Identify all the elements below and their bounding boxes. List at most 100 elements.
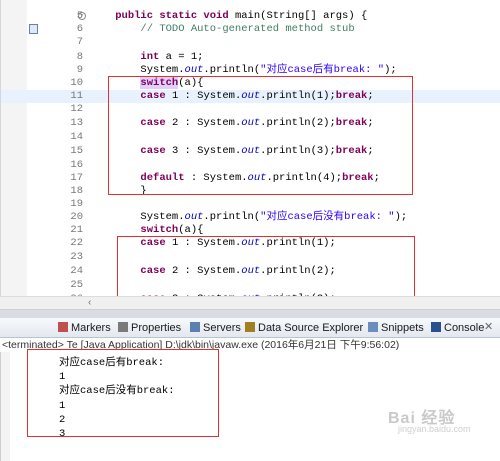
line-number: 21 [70,224,83,236]
code-token: case [140,117,166,129]
tab-label: Properties [131,322,182,334]
code-line[interactable]: 14 [1,131,500,144]
code-line[interactable]: 6 // TODO Auto-generated method stub [1,23,500,36]
horizontal-scrollbar[interactable]: ‹ [0,296,500,310]
servers-icon [190,322,200,332]
code-token: out [241,265,261,277]
watermark-url: jingyan.baidu.com [398,424,471,434]
console-status: <terminated> Te [Java Application] D:\jd… [0,338,500,352]
code-token: ; [367,117,374,129]
code-token: out [241,90,261,102]
line-number: 11 [70,90,83,102]
code-line[interactable]: 10 switch(a){ [1,77,500,90]
code-token: .println( [203,64,261,76]
code-token: ; [367,145,374,157]
code-token: int [140,51,160,63]
line-number: 7 [76,36,83,48]
code-line[interactable]: 25 [1,279,500,292]
code-token: .println(3); [260,145,336,157]
view-tab-bar: Markers Properties Servers Data Source Expl… [0,318,500,338]
database-icon [245,322,255,332]
task-marker-icon[interactable] [29,24,38,34]
code-line[interactable]: 8 int a = 1; [1,51,500,64]
line-number: 14 [70,131,83,143]
code-token: ); [384,64,397,76]
tab-markers[interactable]: Markers [58,321,111,335]
code-token: // TODO Auto-generated method stub [140,23,355,35]
code-line[interactable]: 16 [1,159,500,172]
tab-servers[interactable]: Servers [190,321,241,335]
panel-divider [0,310,500,318]
properties-icon [118,322,128,332]
code-token: 3 : System. [165,145,242,157]
line-code: switch(a){ [90,224,203,237]
code-token: break [335,117,368,129]
code-editor[interactable]: -5 public static void main(String[] args… [0,0,500,296]
tab-console[interactable]: Console [431,321,484,335]
code-token: break [335,145,368,157]
line-number: 23 [70,251,83,263]
code-token: out [241,117,261,129]
code-line[interactable]: 12 [1,103,500,116]
code-line[interactable]: 20 System.out.println("对应case后没有break: "… [1,211,500,224]
line-number: 15 [70,145,83,157]
line-number: 19 [70,198,83,210]
code-line[interactable]: -5 public static void main(String[] args… [1,10,500,23]
code-line[interactable]: 17 default : System.out.println(4);break… [1,172,500,185]
line-code: // TODO Auto-generated method stub [90,23,355,36]
code-token: break [342,172,374,184]
code-token: case [140,237,166,249]
code-line[interactable]: 18 } [1,185,500,198]
console-line: 1 [59,399,66,412]
console-line: 2 [59,413,66,426]
close-icon[interactable]: ✕ [484,320,493,333]
line-number: 8 [76,51,83,63]
code-line[interactable]: 23 [1,251,500,264]
code-line[interactable]: 15 case 3 : System.out.println(3);break; [1,145,500,158]
code-token: a = 1; [159,51,204,63]
code-line[interactable]: 24 case 2 : System.out.println(2); [1,265,500,278]
code-token: .println(2); [260,265,336,277]
code-token: System. [90,64,185,76]
code-line[interactable]: 21 switch(a){ [1,224,500,237]
code-token: 2 : System. [165,117,242,129]
code-token: default [140,172,185,184]
console-line: 对应case后有break: [59,357,165,369]
code-token: "对应case后没有break: " [260,211,395,223]
code-token: } [90,185,147,197]
tab-label: Data Source Explorer [258,322,364,334]
console-ruler [1,352,10,461]
code-line[interactable]: 22 case 1 : System.out.println(1); [1,237,500,250]
snippets-icon [368,322,378,332]
line-code: default : System.out.println(4);break; [90,172,379,185]
code-line[interactable]: 19 [1,198,500,211]
code-token: out [241,145,261,157]
line-code: case 2 : System.out.println(2); [90,265,336,278]
line-code: case 1 : System.out.println(1); [90,237,335,250]
tab-label: Markers [71,322,111,334]
tab-properties[interactable]: Properties [118,321,181,335]
code-line[interactable]: 13 case 2 : System.out.println(2);break; [1,117,500,130]
tab-data-source-explorer[interactable]: Data Source Explorer [245,321,363,335]
code-token: switch [140,77,179,89]
code-token: ; [367,90,374,102]
line-number: 9 [76,64,83,76]
scroll-left-icon[interactable]: ‹ [88,297,91,308]
markers-icon [58,322,68,332]
code-token: out [184,64,204,76]
code-token: case [140,90,166,102]
tab-snippets[interactable]: Snippets [368,321,424,335]
code-line[interactable]: 9 System.out.println("对应case后有break: "); [1,64,500,77]
code-line[interactable]: 7 [1,36,500,49]
code-token: .println(1); [260,90,336,102]
line-number: 22 [70,237,83,249]
line-number: 24 [70,265,83,277]
code-line[interactable]: 11 case 1 : System.out.println(1);break; [1,90,500,103]
